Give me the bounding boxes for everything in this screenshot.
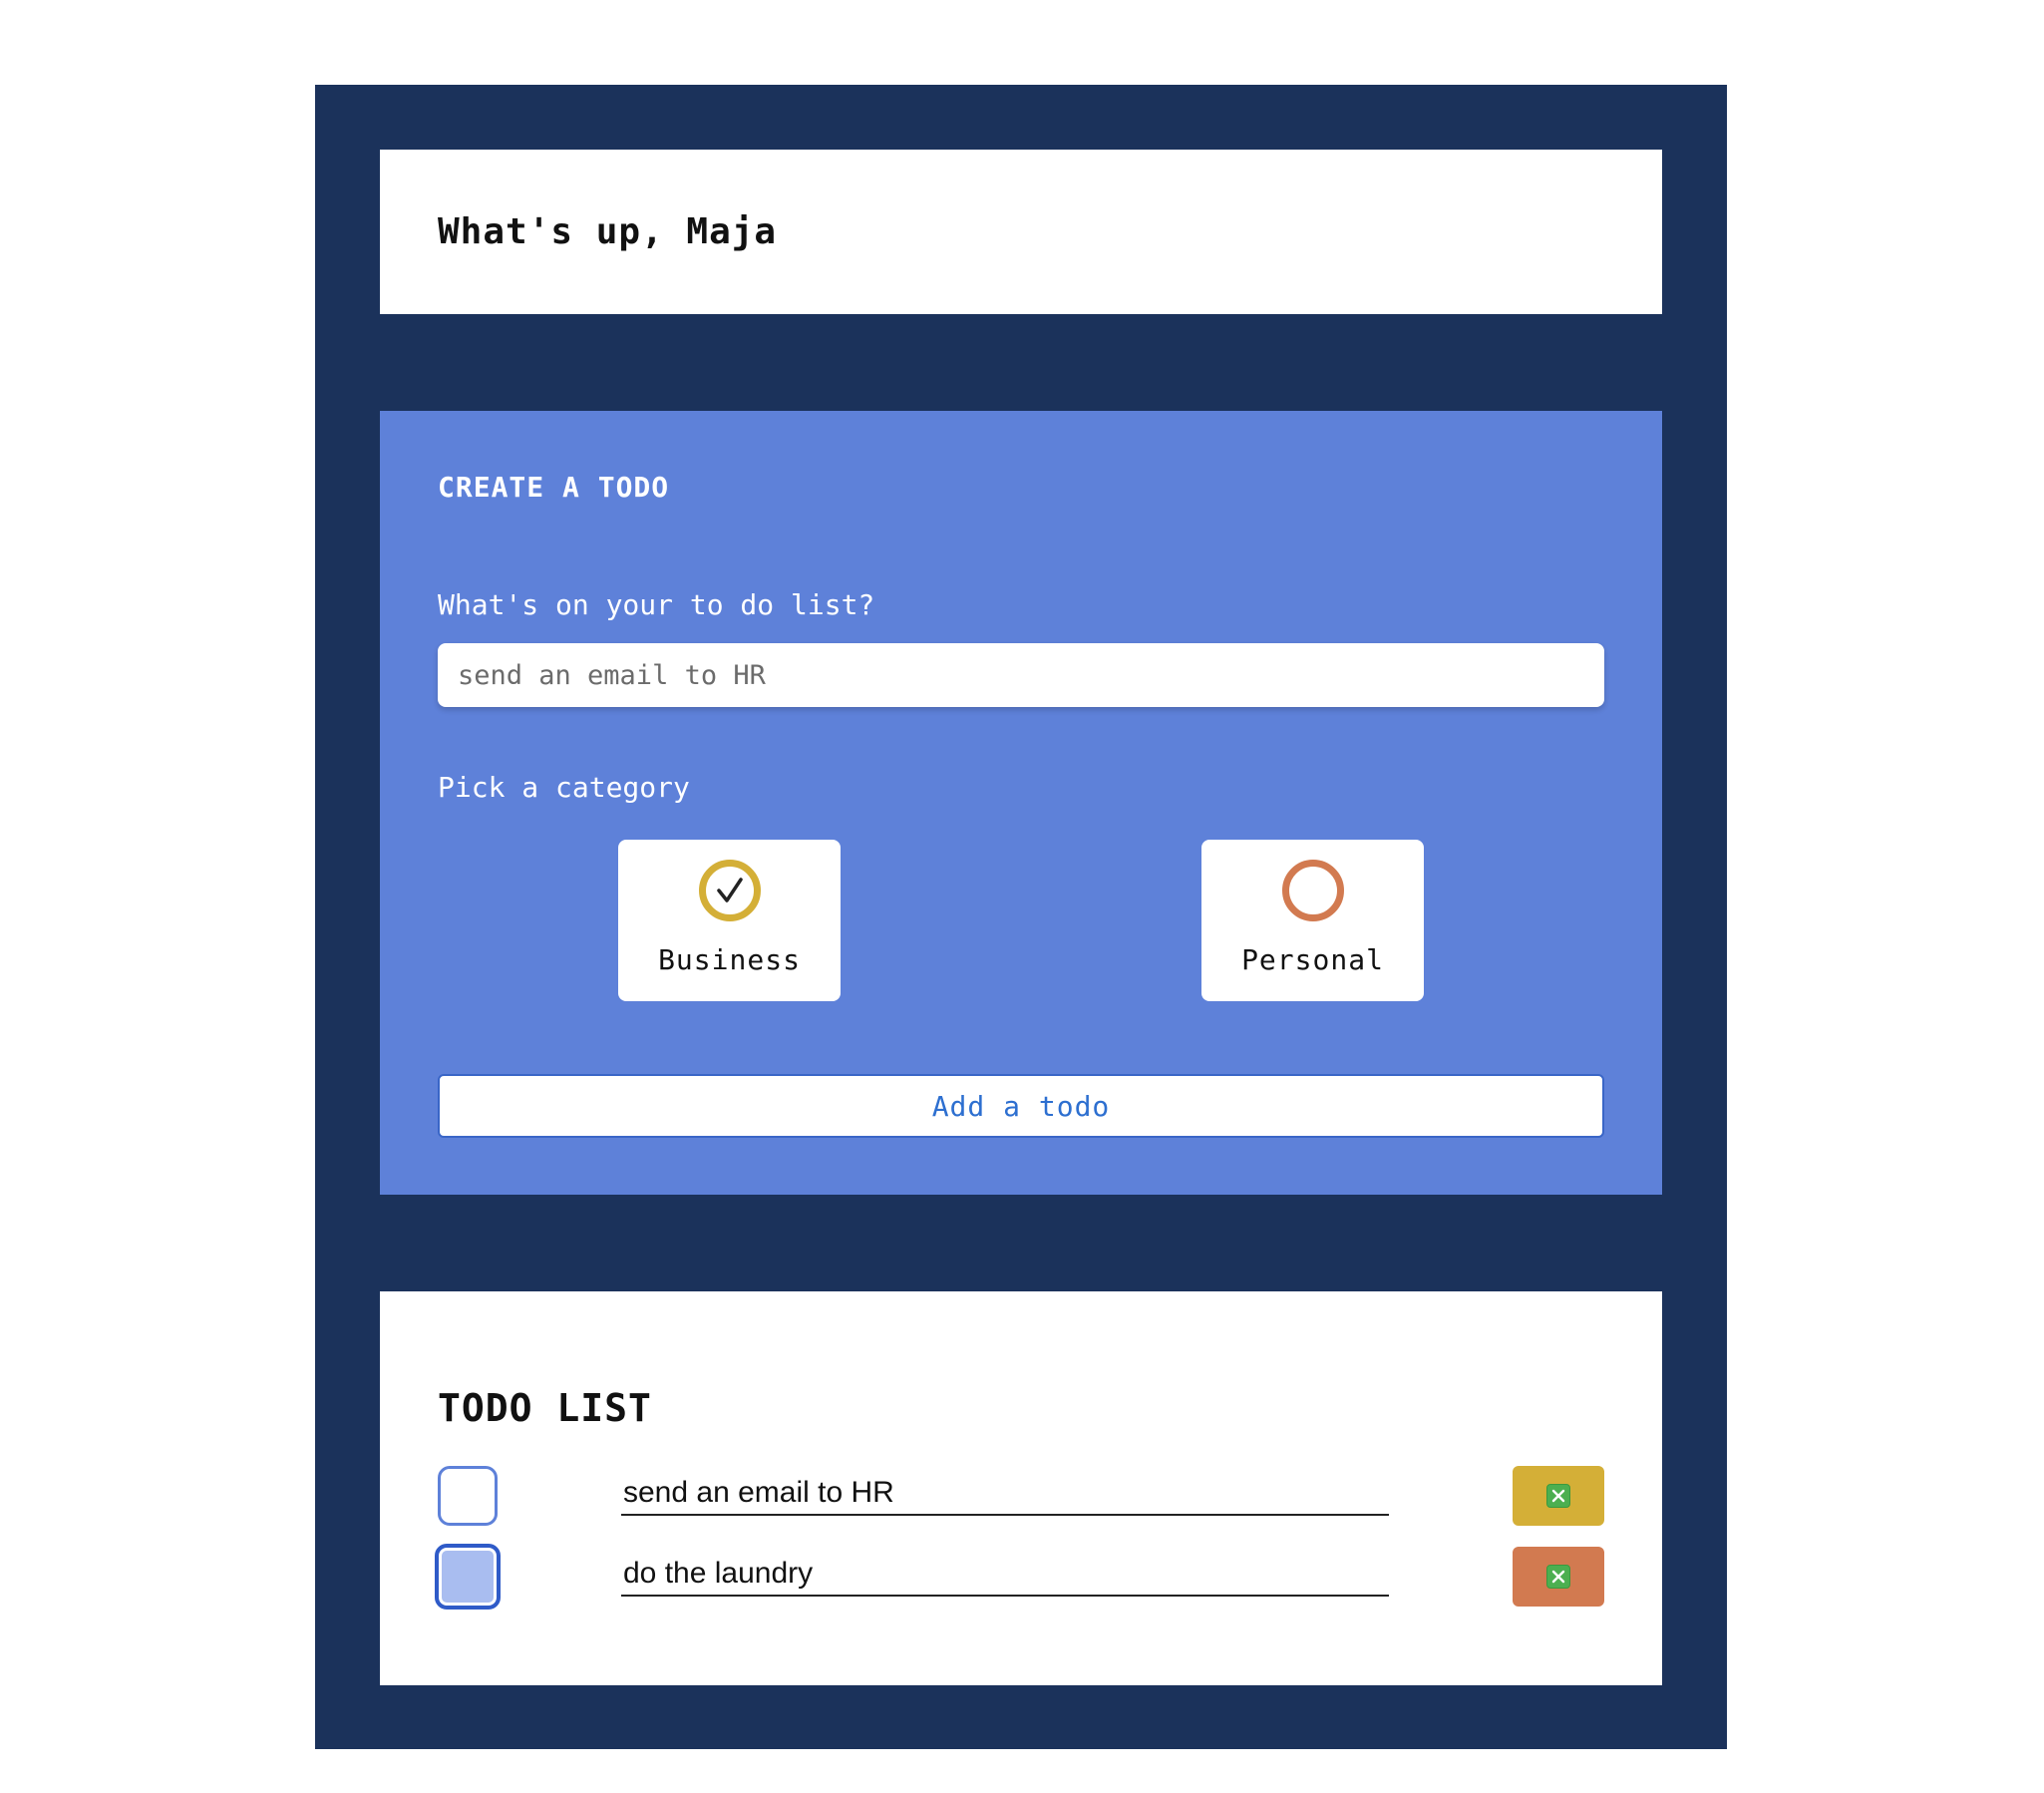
app-container: What's up, Maja CREATE A TODO What's on …	[315, 85, 1727, 1749]
close-icon	[1546, 1484, 1570, 1508]
close-icon	[1546, 1565, 1570, 1589]
delete-button[interactable]	[1513, 1547, 1604, 1607]
todo-text-field[interactable]	[621, 1472, 1389, 1516]
todo-checkbox[interactable]	[435, 1544, 501, 1610]
category-option-personal[interactable]: Personal	[1201, 840, 1424, 1001]
category-label: Pick a category	[438, 771, 690, 804]
category-label-business: Business	[658, 943, 801, 976]
todo-checkbox[interactable]	[438, 1466, 498, 1526]
todo-item	[380, 1544, 1662, 1610]
delete-button[interactable]	[1513, 1466, 1604, 1526]
todo-item	[380, 1464, 1662, 1528]
category-option-business[interactable]: Business	[618, 840, 841, 1001]
greeting-header: What's up, Maja	[380, 150, 1662, 314]
todo-text-field[interactable]	[621, 1553, 1389, 1597]
todo-input-label: What's on your to do list?	[438, 588, 875, 621]
create-todo-title: CREATE A TODO	[438, 471, 670, 504]
add-todo-button[interactable]: Add a todo	[438, 1074, 1604, 1138]
todo-list-title: TODO LIST	[438, 1386, 652, 1430]
circle-icon[interactable]	[1281, 860, 1344, 921]
checkmark-icon[interactable]	[698, 860, 761, 921]
todo-input[interactable]	[438, 643, 1604, 707]
category-label-personal: Personal	[1241, 943, 1384, 976]
create-todo-panel: CREATE A TODO What's on your to do list?…	[380, 411, 1662, 1195]
todo-list-panel: TODO LIST	[380, 1291, 1662, 1685]
greeting-title: What's up, Maja	[438, 211, 778, 252]
